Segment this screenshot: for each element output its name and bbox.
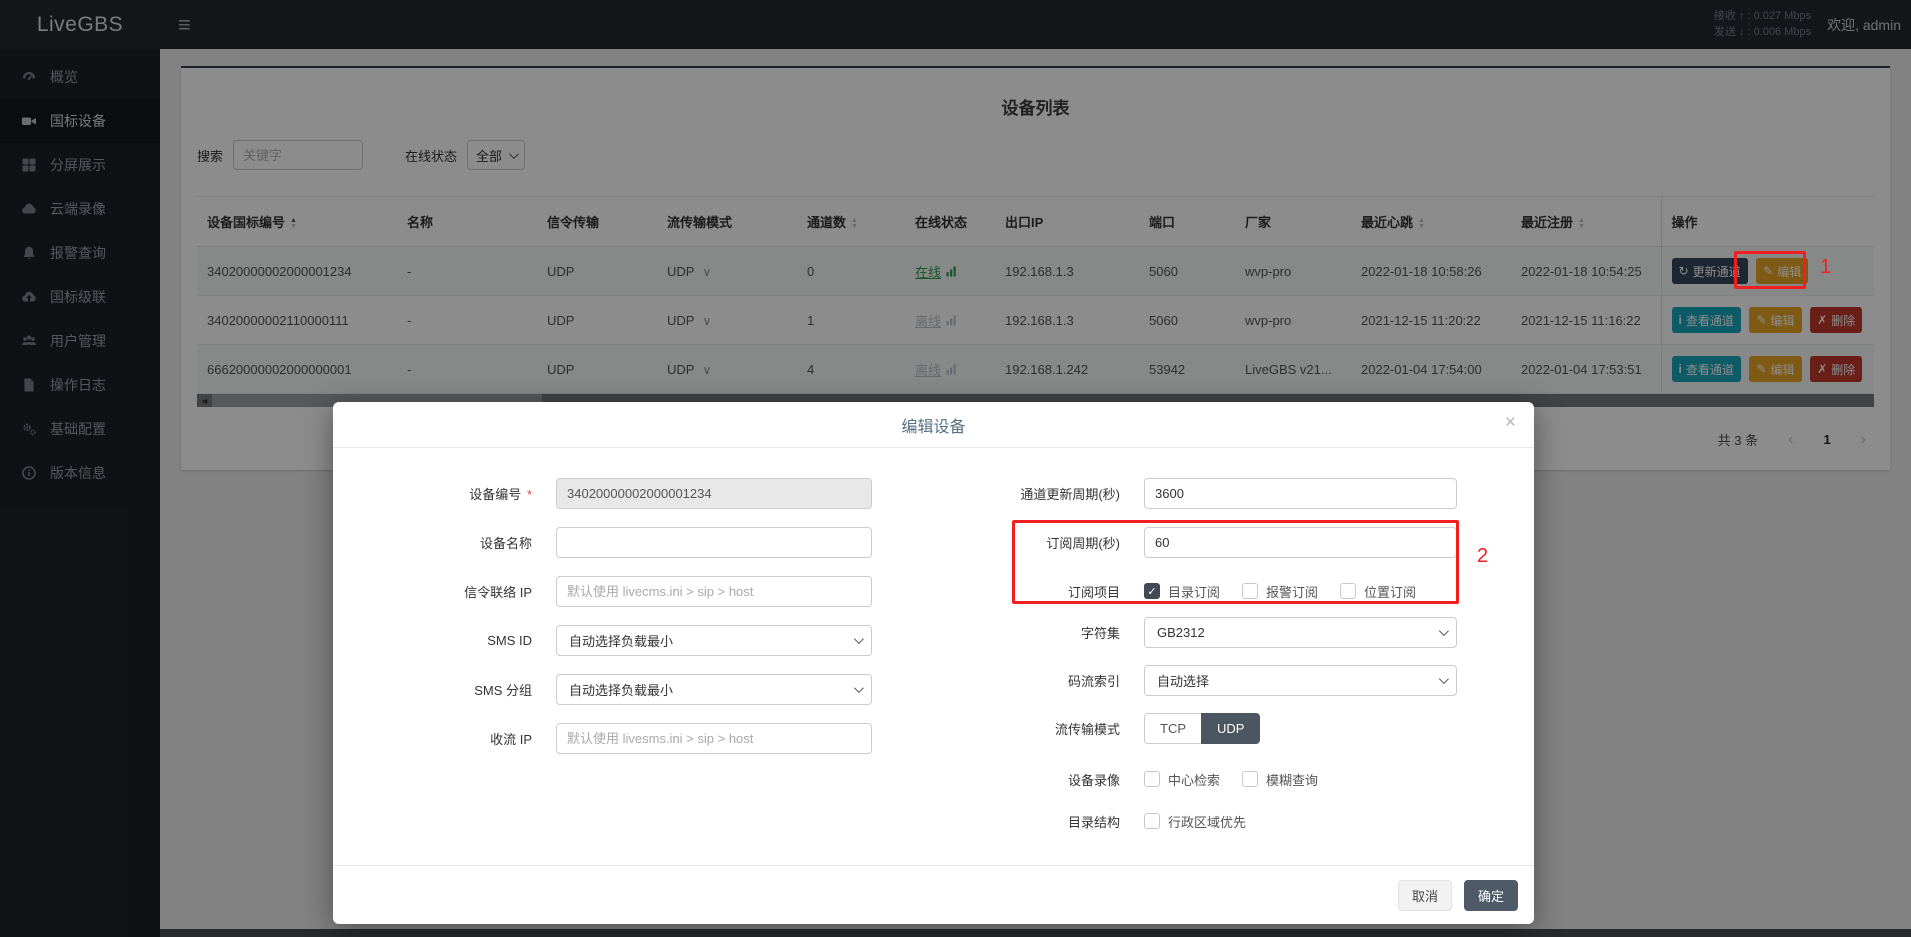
device-name-label: 设备名称: [353, 533, 556, 552]
livegbs-app: LiveGBS 概览 国标设备 分屏展示 云端录像 报警查询: [0, 0, 1911, 937]
sms-group-select[interactable]: 自动选择负载最小: [556, 674, 872, 705]
stream-mode-label: 流传输模式: [923, 719, 1144, 738]
device-id-label: 设备编号 *: [353, 484, 556, 503]
channel-refresh-field[interactable]: [1144, 478, 1457, 509]
dir-structure-label: 目录结构: [923, 812, 1144, 831]
form-row-device-name: 设备名称: [353, 527, 898, 558]
form-row-stream-ip: 收流 IP: [353, 723, 898, 754]
checkbox-center-search[interactable]: 中心检索: [1144, 770, 1220, 789]
modal-footer: 取消 确定: [333, 865, 1534, 924]
sms-group-label: SMS 分组: [353, 680, 556, 699]
checkbox-icon: [1242, 583, 1258, 599]
required-asterisk: *: [527, 487, 532, 502]
record-options-group: 中心检索 模糊查询: [1144, 770, 1318, 789]
checkbox-icon: [1144, 771, 1160, 787]
close-icon[interactable]: ×: [1505, 413, 1516, 432]
subscribe-period-label: 订阅周期(秒): [923, 533, 1144, 552]
chevron-down-icon: [1439, 626, 1449, 636]
edit-device-modal: 编辑设备 × 设备编号 * 设备名称 信令联络 IP SMS ID 自动选择负载…: [333, 402, 1534, 924]
cancel-button[interactable]: 取消: [1398, 880, 1452, 911]
checkbox-icon: [1340, 583, 1356, 599]
device-id-field: [556, 478, 872, 509]
subscribe-period-field[interactable]: [1144, 527, 1457, 558]
tcp-toggle-button[interactable]: TCP: [1144, 713, 1201, 744]
form-row-channel-refresh: 通道更新周期(秒): [923, 478, 1503, 509]
stream-ip-field[interactable]: [556, 723, 872, 754]
checkbox-fuzzy-query[interactable]: 模糊查询: [1242, 770, 1318, 789]
dir-options-group: 行政区域优先: [1144, 812, 1246, 831]
stream-mode-toggle: TCP UDP: [1144, 713, 1260, 744]
modal-header: 编辑设备 ×: [333, 402, 1534, 448]
subscribe-items-label: 订阅项目: [923, 582, 1144, 601]
modal-title: 编辑设备: [901, 413, 965, 437]
form-row-sms-id: SMS ID 自动选择负载最小: [353, 625, 898, 656]
form-row-signal-ip: 信令联络 IP: [353, 576, 898, 607]
device-record-label: 设备录像: [923, 770, 1144, 789]
signal-ip-field[interactable]: [556, 576, 872, 607]
form-row-sms-group: SMS 分组 自动选择负载最小: [353, 674, 898, 705]
charset-label: 字符集: [923, 623, 1144, 642]
charset-select[interactable]: GB2312: [1144, 617, 1457, 648]
chevron-down-icon: [1439, 674, 1449, 684]
modal-form-right: 通道更新周期(秒) 订阅周期(秒) 订阅项目 ✓目录订阅 报警订阅 位置订阅 字…: [923, 478, 1503, 849]
udp-toggle-button[interactable]: UDP: [1201, 713, 1260, 744]
checkbox-icon: [1144, 813, 1160, 829]
stream-index-select[interactable]: 自动选择: [1144, 665, 1457, 696]
confirm-button[interactable]: 确定: [1464, 880, 1518, 911]
form-row-subscribe-period: 订阅周期(秒): [923, 527, 1503, 558]
form-row-stream-mode: 流传输模式 TCP UDP: [923, 713, 1503, 744]
subscribe-options-group: ✓目录订阅 报警订阅 位置订阅: [1144, 582, 1416, 601]
checkbox-position-subscribe[interactable]: 位置订阅: [1340, 582, 1416, 601]
form-row-device-id: 设备编号 *: [353, 478, 898, 509]
channel-refresh-label: 通道更新周期(秒): [923, 484, 1144, 503]
sms-id-label: SMS ID: [353, 633, 556, 648]
form-row-stream-index: 码流索引 自动选择: [923, 665, 1503, 696]
stream-index-label: 码流索引: [923, 671, 1144, 690]
chevron-down-icon: [854, 683, 864, 693]
form-row-device-record: 设备录像 中心检索 模糊查询: [923, 769, 1503, 789]
checkbox-alarm-subscribe[interactable]: 报警订阅: [1242, 582, 1318, 601]
form-row-subscribe-items: 订阅项目 ✓目录订阅 报警订阅 位置订阅: [923, 580, 1503, 602]
checkbox-checked-icon: ✓: [1144, 583, 1160, 599]
form-row-charset: 字符集 GB2312: [923, 617, 1503, 648]
sms-id-select[interactable]: 自动选择负载最小: [556, 625, 872, 656]
chevron-down-icon: [854, 634, 864, 644]
device-name-field[interactable]: [556, 527, 872, 558]
checkbox-catalog-subscribe[interactable]: ✓目录订阅: [1144, 582, 1220, 601]
signal-ip-label: 信令联络 IP: [353, 582, 556, 601]
stream-ip-label: 收流 IP: [353, 729, 556, 748]
modal-form-left: 设备编号 * 设备名称 信令联络 IP SMS ID 自动选择负载最小 SMS …: [353, 478, 898, 772]
checkbox-admin-region-first[interactable]: 行政区域优先: [1144, 812, 1246, 831]
form-row-dir-structure: 目录结构 行政区域优先: [923, 811, 1503, 831]
checkbox-icon: [1242, 771, 1258, 787]
